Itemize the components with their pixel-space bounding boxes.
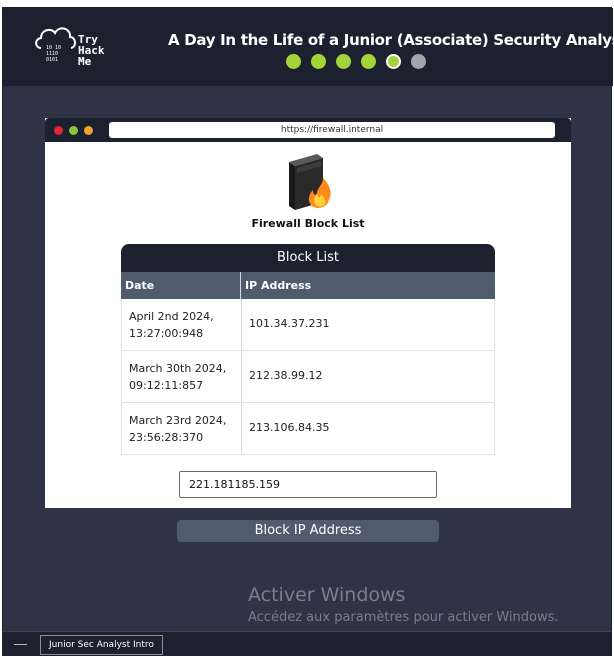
table-row: March 30th 2024, 09:12:11:857 212.38.99.…	[121, 351, 495, 403]
table-row: April 2nd 2024, 13:27:00:948 101.34.37.2…	[121, 299, 495, 351]
url-bar[interactable]: https://firewall.internal	[109, 122, 555, 138]
maximize-dot-icon	[84, 126, 93, 135]
tryhackme-logo: 10 10 1110 0101 Try Hack Me	[33, 22, 123, 72]
firewall-title: Firewall Block List	[251, 217, 365, 230]
progress-dot-complete	[286, 54, 301, 69]
browser-titlebar: https://firewall.internal	[45, 118, 571, 142]
table-heading: Block List	[121, 244, 495, 272]
progress-dot-current	[386, 54, 401, 69]
svg-text:0101: 0101	[46, 57, 58, 63]
row-date: March 23rd 2024, 23:56:28:370	[122, 403, 242, 454]
row-ip: 212.38.99.12	[249, 369, 323, 382]
column-header-ip: IP Address	[245, 279, 312, 292]
row-date: March 30th 2024, 09:12:11:857	[122, 351, 242, 402]
app-window: 10 10 1110 0101 Try Hack Me A Day In the…	[2, 7, 614, 655]
column-header-date: Date	[121, 272, 241, 299]
activation-watermark-subtitle: Accédez aux paramètres pour activer Wind…	[248, 610, 559, 625]
row-date: April 2nd 2024, 13:27:00:948	[122, 299, 242, 350]
progress-dot-complete	[361, 54, 376, 69]
ip-address-input[interactable]: 221.181185.159	[179, 471, 437, 498]
block-ip-button[interactable]: Block IP Address	[177, 520, 439, 542]
row-ip: 213.106.84.35	[249, 421, 330, 434]
table-header-row: Date IP Address	[121, 272, 495, 299]
taskbar: — Junior Sec Analyst Intro	[2, 631, 612, 656]
row-ip: 101.34.37.231	[249, 317, 330, 330]
table-row: March 23rd 2024, 23:56:28:370 213.106.84…	[121, 403, 495, 455]
minimize-dot-icon	[69, 126, 78, 135]
logo-text: Try Hack Me	[78, 33, 105, 68]
close-dot-icon	[54, 126, 63, 135]
cloud-icon: 10 10 1110 0101	[35, 27, 76, 63]
progress-dot-pending	[411, 54, 426, 69]
taskbar-tab-junior-sec-analyst[interactable]: Junior Sec Analyst Intro	[40, 635, 163, 655]
minimize-button[interactable]: —	[14, 636, 27, 651]
browser-window: https://firewall.internal Firewall Block…	[45, 118, 571, 508]
progress-dot-complete	[336, 54, 351, 69]
progress-dots	[286, 54, 426, 69]
activation-watermark-title: Activer Windows	[248, 584, 406, 606]
room-title: A Day In the Life of a Junior (Associate…	[168, 31, 614, 49]
room-header: 10 10 1110 0101 Try Hack Me A Day In the…	[3, 8, 614, 86]
block-list-table: Block List Date IP Address April 2nd 202…	[121, 244, 495, 455]
firewall-flame-icon	[289, 154, 331, 210]
progress-dot-complete	[311, 54, 326, 69]
